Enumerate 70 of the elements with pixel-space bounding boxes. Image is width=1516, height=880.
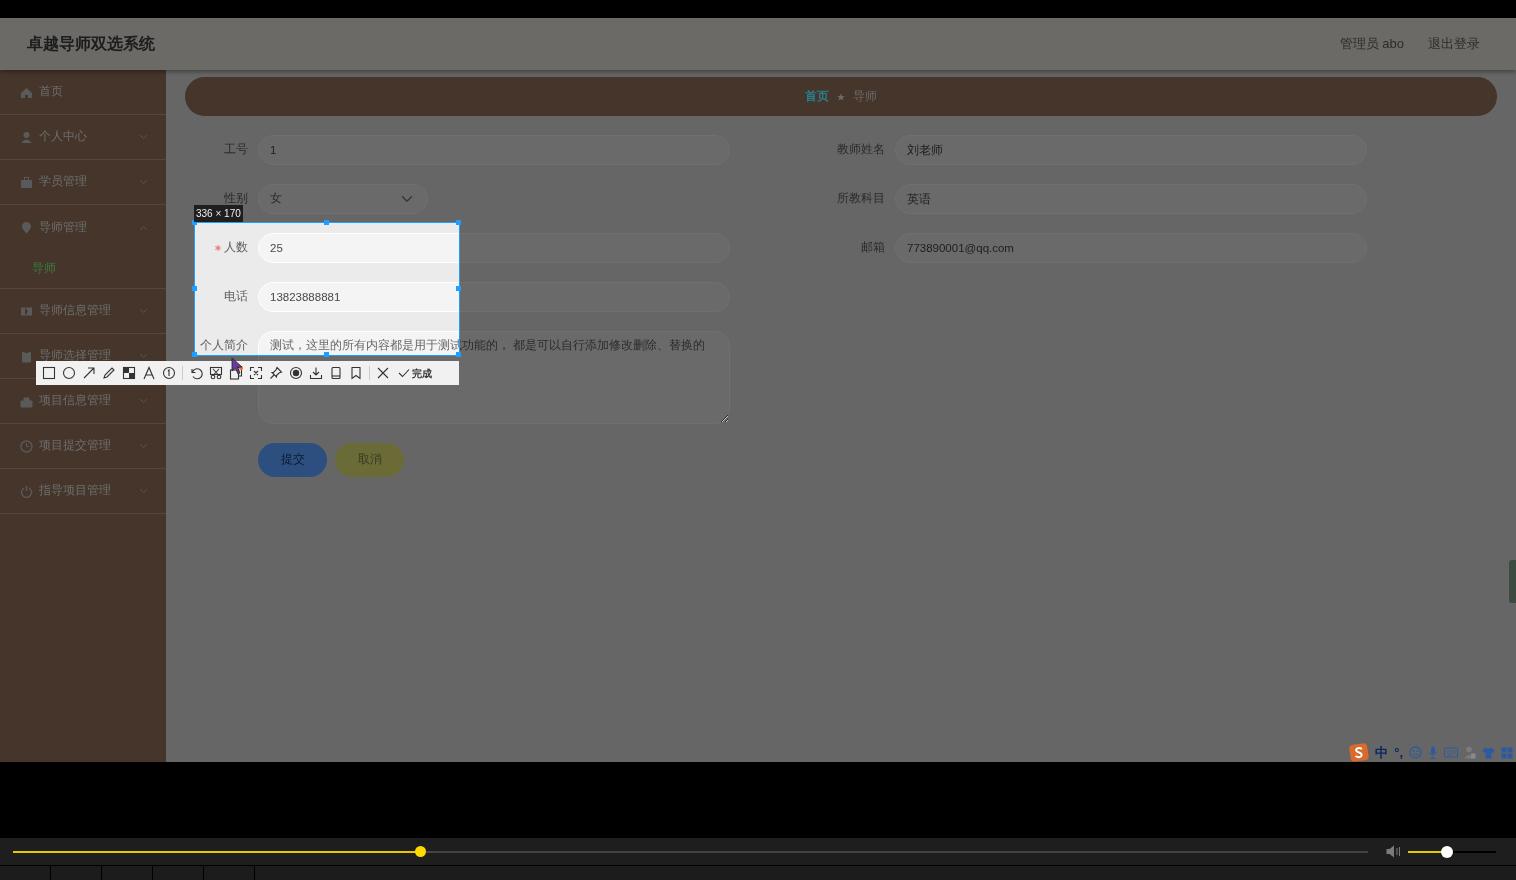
volume-thumb[interactable] <box>1440 845 1453 858</box>
app-title: 卓越导师双选系统 <box>27 34 155 54</box>
scissors-icon[interactable] <box>209 366 223 380</box>
star-icon <box>837 92 845 101</box>
sidebar-item[interactable]: 指导项目管理 <box>0 469 166 514</box>
clock-icon <box>20 439 33 453</box>
person-icon <box>20 130 33 144</box>
submit-button[interactable]: 提交 <box>258 443 327 477</box>
punctuation-label[interactable]: °, <box>1394 742 1403 762</box>
volume-icon[interactable] <box>1386 845 1401 858</box>
breadcrumb-item[interactable]: 首页 <box>805 87 829 106</box>
sidebar-subitem[interactable]: 导师 <box>0 250 166 289</box>
sidebar-item[interactable]: 导师管理 <box>0 205 166 250</box>
input-field[interactable]: 13823888881 <box>258 282 730 312</box>
logout-link[interactable]: 退出登录 <box>1428 34 1480 54</box>
resize-handle[interactable] <box>456 352 461 357</box>
check-icon <box>398 368 410 378</box>
number-icon[interactable] <box>162 366 176 380</box>
sidebar-item[interactable]: 学员管理 <box>0 160 166 205</box>
bookmark-icon[interactable] <box>349 366 363 380</box>
sidebar-item[interactable]: 项目提交管理 <box>0 424 166 469</box>
resize-handle[interactable] <box>456 286 461 291</box>
field-label: 邮箱 <box>861 240 885 256</box>
done-button[interactable]: 完成 <box>398 365 432 381</box>
power-icon <box>20 484 33 498</box>
resize-handle[interactable] <box>192 352 197 357</box>
expand-icon[interactable] <box>249 366 263 380</box>
field-label: 性别 <box>224 191 248 207</box>
phone-icon[interactable] <box>329 366 343 380</box>
download-icon[interactable] <box>309 366 323 380</box>
gender-select[interactable]: 女 <box>258 184 428 214</box>
home-icon <box>20 85 33 99</box>
circle-icon[interactable] <box>62 366 76 380</box>
resize-handle[interactable] <box>324 352 329 357</box>
pin-icon[interactable] <box>269 366 283 380</box>
input-field[interactable]: 773890001@qq.com <box>895 233 1367 263</box>
input-field[interactable]: 英语 <box>895 184 1367 214</box>
text-tool-icon[interactable] <box>142 366 156 380</box>
arrow-icon[interactable] <box>82 366 96 380</box>
field-label: 个人简介 <box>200 338 248 353</box>
user-label: 管理员 abo <box>1339 35 1404 54</box>
bag-icon <box>20 394 33 408</box>
sidebar-item[interactable]: 个人中心 <box>0 115 166 160</box>
scroll-handle[interactable] <box>1509 560 1516 603</box>
close-icon[interactable] <box>376 366 390 380</box>
cursor-icon <box>231 357 245 375</box>
input-field[interactable]: 刘老师 <box>895 135 1367 165</box>
resize-handle[interactable] <box>192 286 197 291</box>
sidebar-item[interactable]: 首页 <box>0 70 166 115</box>
input-field[interactable]: 1 <box>258 135 730 165</box>
breadcrumb-item: 导师 <box>853 88 877 104</box>
ime-mode-label[interactable]: 中 <box>1375 742 1389 762</box>
clipboard-icon <box>20 349 33 363</box>
pencil-icon[interactable] <box>102 366 116 380</box>
resize-handle[interactable] <box>456 220 461 225</box>
sogou-logo-icon[interactable] <box>1349 743 1370 762</box>
progress-thumb[interactable] <box>414 845 426 857</box>
selection-size-label: 336 × 170 <box>194 205 243 222</box>
input-field[interactable]: 25 <box>258 233 730 263</box>
resize-handle[interactable] <box>324 220 329 225</box>
sidebar-item[interactable]: 导师信息管理 <box>0 289 166 334</box>
undo-icon[interactable] <box>189 366 203 380</box>
briefcase-icon <box>20 175 33 189</box>
copy-icon[interactable] <box>229 366 243 380</box>
field-label: 电话 <box>224 289 248 305</box>
field-label: 人数 <box>224 240 248 256</box>
rectangle-icon[interactable] <box>42 366 56 380</box>
map-pin-icon <box>20 221 33 234</box>
mosaic-icon[interactable] <box>122 366 136 380</box>
record-icon[interactable] <box>289 366 303 380</box>
